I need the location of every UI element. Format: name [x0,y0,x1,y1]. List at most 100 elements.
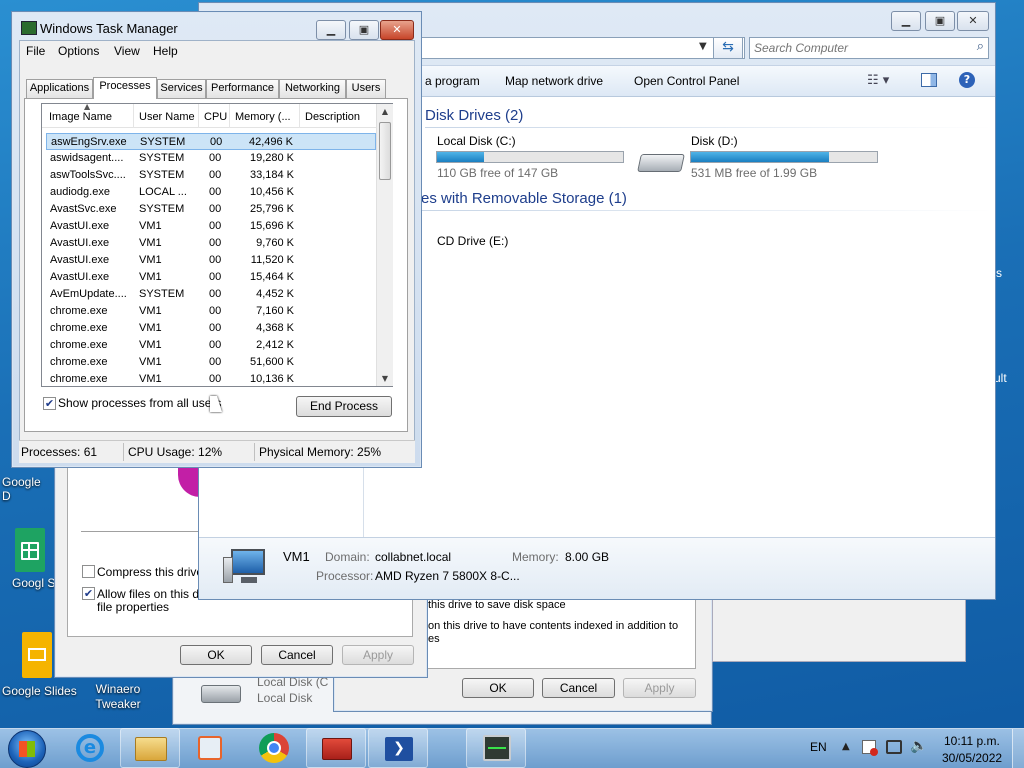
cd-drive-name[interactable]: CD Drive (E:) [437,234,508,248]
table-cell: VM1 [139,356,162,368]
cancel-button[interactable]: Cancel [542,678,615,698]
table-row[interactable]: audiodg.exe LOCAL ... 00 10,456 K [46,184,376,201]
table-cell: 15,696 K [249,220,294,232]
apply-button[interactable]: Apply [342,645,414,665]
column-memory[interactable]: Memory (... [230,104,300,128]
table-row[interactable]: AvastSvc.exe SYSTEM 00 25,796 K [46,201,376,218]
maximize-button[interactable]: ▣ [349,20,379,40]
tab-services[interactable]: Services [157,79,206,98]
tab-performance[interactable]: Performance [206,79,279,98]
address-bar[interactable] [409,37,745,59]
table-row[interactable]: AvastUI.exe VM1 00 15,464 K [46,269,376,286]
show-all-users-checkbox[interactable]: ✔ [43,397,56,410]
volume-icon[interactable]: 🔈 [910,738,927,754]
tab-networking[interactable]: Networking [279,79,346,98]
table-cell: 00 [209,305,222,317]
processor-value: AMD Ryzen 7 5800X 8-C... [375,569,520,583]
table-row[interactable]: AvastUI.exe VM1 00 9,760 K [46,235,376,252]
taskbar-chrome-button[interactable] [244,728,304,768]
close-button[interactable]: ✕ [957,11,989,31]
refresh-icon[interactable]: ⇆ [713,37,743,59]
process-list[interactable]: Image Name ▲ User Name CPU Memory (... D… [41,102,393,388]
action-center-icon[interactable] [862,740,878,756]
tab-applications[interactable]: Applications [26,79,93,98]
view-options-icon[interactable]: ☷ ▾ [867,73,889,88]
menu-options[interactable]: Options [58,44,99,58]
drive-c-free-space: 110 GB free of 147 GB [437,166,559,180]
status-bar: Processes: 61 CPU Usage: 12% Physical Me… [19,440,415,463]
cancel-button[interactable]: Cancel [261,645,333,665]
drive-d-icon[interactable] [637,149,685,177]
table-row[interactable]: AvastUI.exe VM1 00 11,520 K [46,252,376,269]
task-manager-icon [483,735,511,761]
clock-date[interactable]: 30/05/2022 [942,751,1002,765]
status-physical-memory: Physical Memory: 25% [259,445,382,459]
tab-processes[interactable]: Processes [93,77,157,99]
desktop-icon-google-sheets[interactable]: Googl Sheet [8,528,79,604]
clock-time[interactable]: 10:11 p.m. [944,734,1000,748]
uninstall-program-button[interactable]: a program [425,74,480,88]
menu-file[interactable]: File [26,44,45,58]
address-dropdown-icon[interactable]: ▼ [699,41,707,52]
menu-help[interactable]: Help [153,44,178,58]
taskbar-explorer-button[interactable] [120,728,180,768]
search-icon: ⌕ [976,39,984,54]
ok-button[interactable]: OK [180,645,252,665]
preview-pane-icon[interactable] [921,73,937,87]
minimize-button[interactable]: ▁ [316,20,346,40]
maximize-button[interactable]: ▣ [925,11,955,31]
menu-view[interactable]: View [114,44,140,58]
table-row[interactable]: chrome.exe VM1 00 2,412 K [46,337,376,354]
desktop-icon-google-docs[interactable]: Google D [2,475,52,503]
start-button[interactable] [8,730,46,768]
close-button[interactable]: ✕ [380,20,414,40]
map-network-drive-button[interactable]: Map network drive [505,74,603,88]
status-processes: Processes: 61 [21,445,98,459]
column-cpu[interactable]: CPU [199,104,230,128]
compress-label: this drive to save disk space [428,599,566,611]
compress-checkbox[interactable] [82,565,95,578]
vertical-scrollbar[interactable]: ▲ ▼ [376,104,393,386]
ok-button[interactable]: OK [462,678,534,698]
drive-c-name[interactable]: Local Disk (C:) [437,134,516,148]
table-cell: 00 [209,169,222,181]
allow-index-checkbox[interactable]: ✔ [82,587,95,600]
language-indicator[interactable]: EN [810,740,827,754]
table-cell: 2,412 K [256,339,294,351]
table-row[interactable]: chrome.exe VM1 00 7,160 K [46,303,376,320]
table-cell: 15,464 K [249,271,294,283]
table-row[interactable]: aswidsagent.... SYSTEM 00 19,280 K [46,150,376,167]
scrollbar-thumb[interactable] [379,122,391,180]
network-icon[interactable] [886,740,902,754]
table-row[interactable]: chrome.exe VM1 00 51,600 K [46,354,376,371]
search-input[interactable] [750,38,960,58]
table-row[interactable]: AvastUI.exe VM1 00 15,696 K [46,218,376,235]
table-row[interactable]: chrome.exe VM1 00 4,368 K [46,320,376,337]
drive-d-name[interactable]: Disk (D:) [691,134,738,148]
column-description[interactable]: Description [300,104,378,128]
taskbar-ie-button[interactable]: e [60,728,120,768]
taskbar-toolbox-button[interactable] [306,728,366,768]
minimize-button[interactable]: ▁ [891,11,921,31]
mouse-cursor-icon [210,396,222,412]
apply-button[interactable]: Apply [623,678,696,698]
table-row[interactable]: aswToolsSvc.... SYSTEM 00 33,184 K [46,167,376,184]
taskbar-powershell-button[interactable]: ❯ [368,728,428,768]
show-desktop-button[interactable] [1012,729,1024,768]
tab-users[interactable]: Users [346,79,386,98]
search-box[interactable]: ⌕ [749,37,989,59]
taskbar-media-player-button[interactable] [180,728,240,768]
open-control-panel-button[interactable]: Open Control Panel [634,74,739,88]
task-manager-window: Windows Task Manager ▁ ▣ ✕ File Options … [11,11,422,468]
desktop-icon-winaero-tweaker[interactable]: Winaero Tweaker [88,682,148,712]
task-manager-icon [21,21,37,35]
taskbar-task-manager-button[interactable] [466,728,526,768]
show-hidden-icons[interactable]: ▲ [842,741,850,752]
table-row[interactable]: chrome.exe VM1 00 10,136 K [46,371,376,388]
help-icon[interactable]: ? [959,72,975,88]
end-process-button[interactable]: End Process [296,396,392,417]
table-row[interactable]: aswEngSrv.exe SYSTEM 00 42,496 K [46,133,376,150]
column-user-name[interactable]: User Name [134,104,199,128]
table-cell: audiodg.exe [50,186,110,198]
table-row[interactable]: AvEmUpdate.... SYSTEM 00 4,452 K [46,286,376,303]
